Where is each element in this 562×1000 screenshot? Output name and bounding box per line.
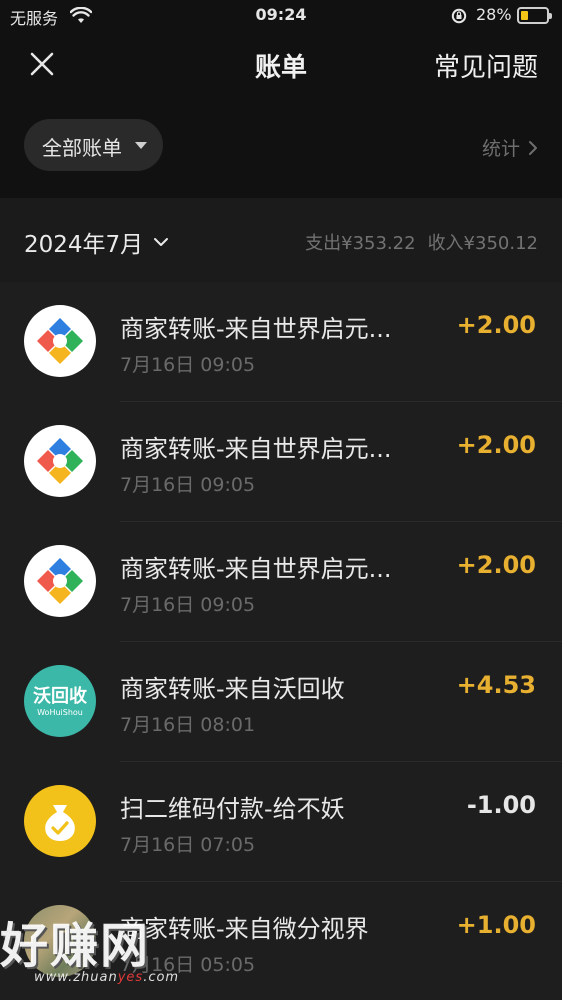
status-bar: 无服务 09:24 28% xyxy=(0,0,562,32)
faq-link[interactable]: 常见问题 xyxy=(434,47,538,84)
month-label: 2024年7月 xyxy=(24,232,144,258)
chevron-down-icon xyxy=(154,238,169,246)
transaction-amount: -1.00 xyxy=(466,791,536,819)
bill-filter-dropdown[interactable]: 全部账单 xyxy=(24,119,163,171)
transaction-list: 商家转账-来自世界启元... 7月16日 09:05 +2.00 商家转账-来自… xyxy=(0,282,562,1000)
stats-label: 统计 xyxy=(481,138,520,160)
merchant-logo-icon xyxy=(24,545,96,617)
rotation-lock-icon xyxy=(451,8,469,28)
transaction-time: 7月16日 09:05 xyxy=(120,474,256,496)
filter-row: 全部账单 统计 xyxy=(0,94,562,198)
transaction-name: 商家转账-来自世界启元... xyxy=(120,435,392,463)
transaction-time: 7月16日 09:05 xyxy=(120,354,256,376)
battery-percent: 28% xyxy=(476,5,512,24)
month-summary-bar: 2024年7月 支出¥353.22 收入¥350.12 xyxy=(0,198,562,282)
wohuishou-logo-icon: 沃回收 WoHuiShou xyxy=(24,665,96,737)
bill-filter-label: 全部账单 xyxy=(42,136,122,160)
transaction-name: 商家转账-来自世界启元... xyxy=(120,315,392,343)
transaction-row[interactable]: 商家转账-来自世界启元... 7月16日 09:05 +2.00 xyxy=(0,282,562,402)
transaction-name: 商家转账-来自沃回收 xyxy=(120,675,345,703)
battery-icon xyxy=(517,7,552,24)
transaction-time: 7月16日 08:01 xyxy=(120,714,256,736)
expense-total: 支出¥353.22 xyxy=(305,233,416,254)
nav-bar: 账单 常见问题 xyxy=(0,32,562,94)
month-totals: 支出¥353.22 收入¥350.12 xyxy=(305,229,538,255)
transaction-row[interactable]: 商家转账-来自世界启元... 7月16日 09:05 +2.00 xyxy=(0,402,562,522)
transaction-time: 7月16日 07:05 xyxy=(120,834,256,856)
transaction-row[interactable]: 沃回收 WoHuiShou 商家转账-来自沃回收 7月16日 08:01 +4.… xyxy=(0,642,562,762)
month-picker[interactable]: 2024年7月 xyxy=(24,225,169,259)
transaction-amount: +2.00 xyxy=(456,311,536,339)
transaction-name: 商家转账-来自世界启元... xyxy=(120,555,392,583)
logo-text: 沃回收 xyxy=(33,686,87,707)
caret-down-icon xyxy=(135,142,147,149)
transaction-row[interactable]: 商家转账-来自世界启元... 7月16日 09:05 +2.00 xyxy=(0,522,562,642)
logo-subtext: WoHuiShou xyxy=(37,708,83,717)
watermark-text: 好赚网 xyxy=(0,918,151,974)
watermark-url: www.zhuanyes.com xyxy=(34,970,180,985)
transaction-amount: +1.00 xyxy=(456,911,536,939)
money-bag-icon xyxy=(24,785,96,857)
chevron-right-icon xyxy=(529,140,537,155)
stats-link[interactable]: 统计 xyxy=(482,134,538,161)
merchant-logo-icon xyxy=(24,305,96,377)
transaction-time: 7月16日 09:05 xyxy=(120,594,256,616)
transaction-amount: +4.53 xyxy=(456,671,536,699)
transaction-row[interactable]: 扫二维码付款-给不妖 7月16日 07:05 -1.00 xyxy=(0,762,562,882)
site-watermark: 好赚网 www.zhuanyes.com xyxy=(0,906,200,1000)
merchant-logo-icon xyxy=(24,425,96,497)
income-total: 收入¥350.12 xyxy=(427,233,538,254)
transaction-name: 扫二维码付款-给不妖 xyxy=(120,795,345,823)
transaction-amount: +2.00 xyxy=(456,551,536,579)
transaction-amount: +2.00 xyxy=(456,431,536,459)
